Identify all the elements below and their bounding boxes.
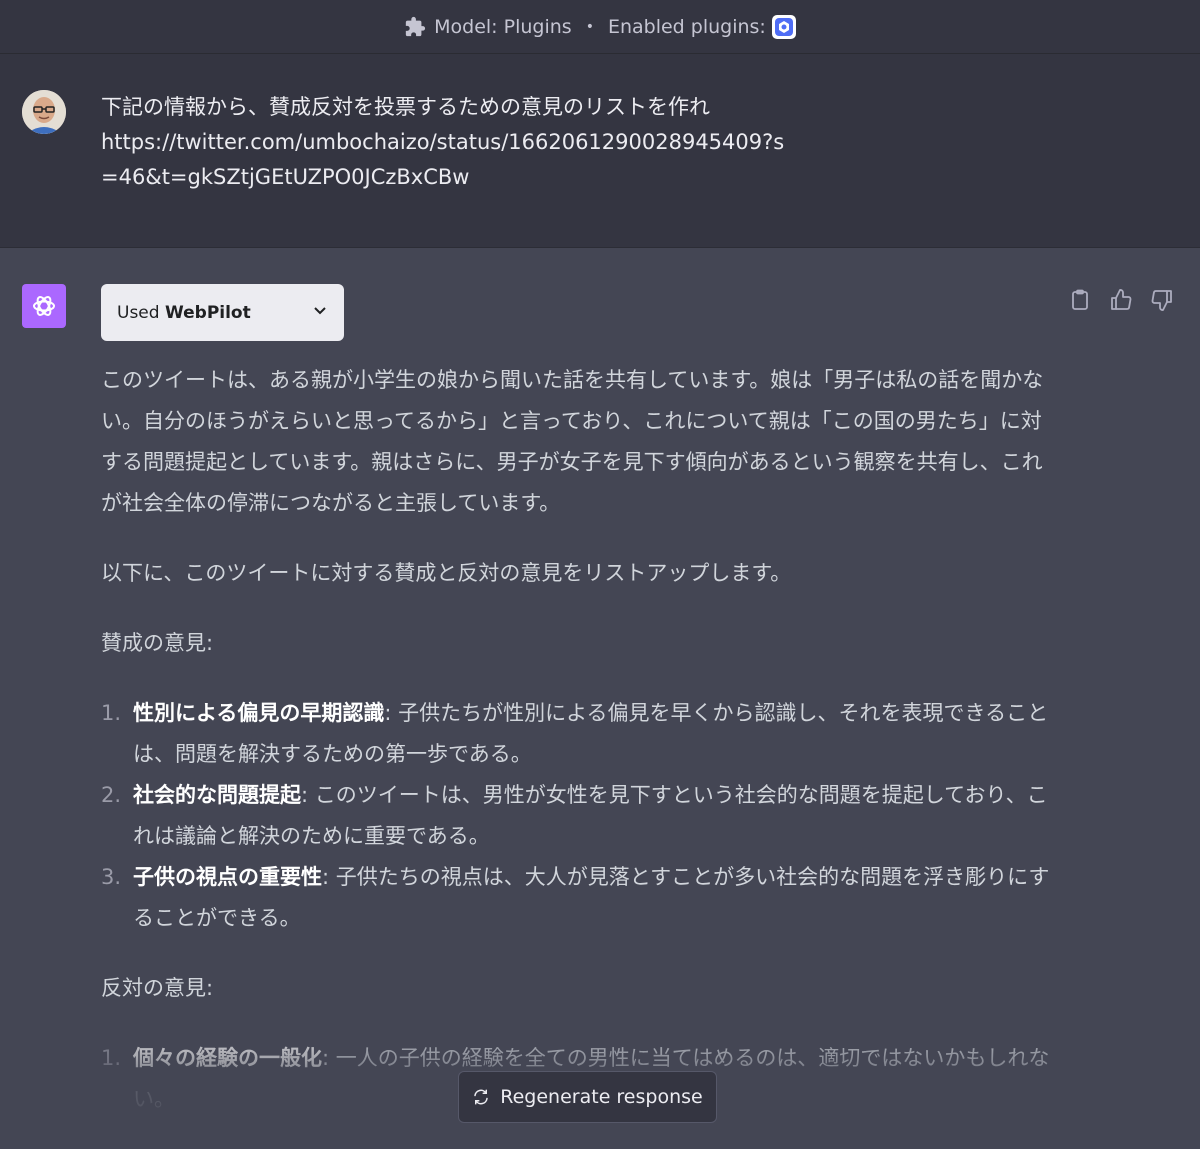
pro-list: 1. 性別による偏見の早期認識: 子供たちが性別による偏見を早くから認識し、それを… bbox=[101, 693, 1061, 939]
regenerate-button[interactable]: Regenerate response bbox=[458, 1071, 717, 1123]
clipboard-icon[interactable] bbox=[1068, 288, 1092, 312]
regenerate-label: Regenerate response bbox=[500, 1086, 703, 1108]
model-label: Model: Plugins bbox=[434, 15, 572, 38]
user-message: 下記の情報から、賛成反対を投票するための意見のリストを作れ https://tw… bbox=[0, 54, 1200, 248]
used-plugin-dropdown[interactable]: Used WebPilot bbox=[101, 284, 344, 341]
response-paragraph: 以下に、このツイートに対する賛成と反対の意見をリストアップします。 bbox=[101, 561, 792, 585]
user-message-text: 下記の情報から、賛成反対を投票するための意見のリストを作れ https://tw… bbox=[101, 95, 785, 189]
pro-heading: 賛成の意見: bbox=[101, 631, 214, 655]
openai-logo-icon bbox=[22, 284, 66, 328]
thumbs-down-icon[interactable] bbox=[1150, 288, 1174, 312]
used-plugin-label: Used WebPilot bbox=[117, 302, 251, 323]
model-bar: Model: Plugins • Enabled plugins: bbox=[0, 0, 1200, 54]
puzzle-icon bbox=[404, 16, 426, 38]
separator-dot: • bbox=[585, 18, 594, 35]
refresh-icon bbox=[472, 1088, 490, 1106]
con-heading: 反対の意見: bbox=[101, 976, 214, 1000]
enabled-plugins-label: Enabled plugins: bbox=[607, 15, 766, 38]
list-item: 1. 性別による偏見の早期認識: 子供たちが性別による偏見を早くから認識し、それを… bbox=[101, 701, 1049, 766]
assistant-response: このツイートは、ある親が小学生の娘から聞いた話を共有しています。娘は「男子は私の… bbox=[101, 360, 1061, 1149]
response-paragraph: このツイートは、ある親が小学生の娘から聞いた話を共有しています。娘は「男子は私の… bbox=[101, 368, 1044, 515]
chevron-down-icon bbox=[312, 302, 328, 323]
list-item: 3. 子供の視点の重要性: 子供たちの視点は、大人が見落とすことが多い社会的な問題… bbox=[101, 865, 1050, 930]
message-actions bbox=[1068, 288, 1174, 312]
webpilot-icon[interactable] bbox=[771, 14, 796, 39]
plugin-name: WebPilot bbox=[164, 302, 251, 323]
thumbs-up-icon[interactable] bbox=[1109, 288, 1133, 312]
user-avatar bbox=[22, 90, 66, 134]
list-item: 2. 社会的な問題提起: このツイートは、男性が女性を見下すという社会的な問題を提… bbox=[101, 783, 1048, 848]
